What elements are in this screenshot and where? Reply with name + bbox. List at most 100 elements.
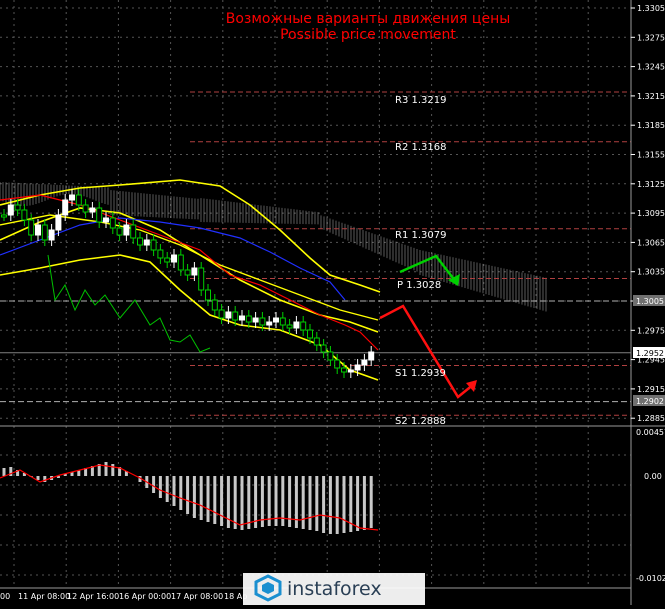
- candle-body: [164, 257, 171, 263]
- bearish-forecast-arrow: [379, 304, 475, 399]
- histogram-bar: [369, 476, 373, 528]
- price-tick-label: 1.3065: [637, 238, 665, 247]
- current-price-tag-text: 1.2952: [636, 349, 664, 358]
- candle-body: [191, 267, 198, 276]
- candle-body: [245, 315, 252, 323]
- price-tick-label: 1.3245: [637, 63, 665, 72]
- osc-tick-top: 0.00457: [636, 428, 665, 437]
- histogram-bar: [206, 476, 210, 522]
- candle-body: [41, 224, 48, 241]
- candle-body: [320, 344, 327, 353]
- candle-body: [368, 351, 375, 361]
- price-tick-label: 1.3155: [637, 151, 665, 160]
- candle-body: [313, 337, 320, 346]
- candle-body: [273, 317, 279, 323]
- chart-window[interactable]: Возможные варианты движения цены Possibl…: [0, 0, 665, 605]
- histogram-bar: [308, 476, 312, 530]
- candle-body: [143, 239, 150, 246]
- oscillator-pane: [0, 462, 379, 534]
- watermark-brand-text: instaforex: [287, 578, 382, 600]
- candle-body: [279, 317, 286, 326]
- price-tick-label: 1.2975: [637, 326, 665, 335]
- candle-body: [82, 204, 89, 213]
- candle-body: [218, 309, 225, 319]
- candle-body: [334, 359, 341, 369]
- candle-body: [28, 219, 35, 236]
- chart-title-en: Possible price movement: [280, 27, 456, 43]
- candle-body: [69, 194, 75, 201]
- osc-tick-bottom: -0.01027: [636, 574, 665, 583]
- histogram-bar: [179, 476, 183, 510]
- histogram-bar: [356, 476, 360, 531]
- histogram-bar: [192, 476, 196, 518]
- histogram-bar: [233, 476, 237, 529]
- candle-body: [35, 224, 41, 236]
- candle-body: [103, 217, 109, 223]
- histogram-bar: [328, 476, 332, 534]
- histogram-bar: [247, 476, 251, 529]
- price-axis[interactable]: 1.3305 1.3275 1.3245 1.3215 1.3185 1.3155 1.31…: [631, 4, 665, 423]
- histogram-bar: [199, 476, 203, 520]
- candle-body: [307, 329, 313, 339]
- candle-body: [89, 207, 96, 213]
- candle-body: [14, 204, 21, 211]
- candle-body: [225, 311, 232, 319]
- histogram-bar: [152, 476, 156, 493]
- candle-body: [341, 367, 347, 373]
- price-tick-label: 1.3125: [637, 180, 665, 189]
- candle-body: [21, 209, 28, 221]
- candle-body: [55, 214, 62, 231]
- level-label-p: P 1.3028: [397, 280, 441, 291]
- candle-body: [327, 351, 334, 361]
- level-label-r3: R3 1.3219: [395, 95, 447, 106]
- histogram-bar: [165, 476, 169, 502]
- candle-body: [75, 194, 82, 206]
- histogram-bar: [2, 468, 6, 476]
- candle-body: [109, 217, 116, 229]
- price-tick-label: 1.3305: [637, 4, 665, 13]
- price-tick-label: 1.3215: [637, 92, 665, 101]
- price-tick-label: 1.3035: [637, 268, 665, 277]
- time-label-4: 17 Apr 08:00: [171, 592, 223, 601]
- level-label-r1: R1 1.3079: [395, 230, 447, 241]
- candle-body: [232, 311, 239, 321]
- candle-body: [7, 204, 14, 216]
- candle-body: [252, 317, 259, 323]
- candle-body: [177, 254, 184, 271]
- histogram-bar: [342, 476, 346, 533]
- candle-body: [259, 317, 266, 326]
- price-tick-label: 1.3275: [637, 33, 665, 42]
- price-tick-label: 1.3095: [637, 209, 665, 218]
- candle-body: [211, 299, 218, 311]
- candle-body: [300, 321, 307, 331]
- candle-body: [184, 269, 191, 276]
- time-axis[interactable]: 00 11 Apr 08:00 12 Apr 16:00 16 Apr 00:0…: [0, 592, 247, 601]
- histogram-bar: [220, 476, 224, 526]
- candle-body: [239, 315, 245, 321]
- price-chart-canvas[interactable]: Возможные варианты движения цены Possibl…: [0, 0, 665, 605]
- histogram-bar: [213, 476, 217, 524]
- candle-body: [354, 364, 361, 371]
- osc-tick-zero: 0.00: [644, 472, 662, 481]
- histogram-bar: [335, 476, 339, 534]
- candle-body: [286, 324, 293, 329]
- level-label-s1: S1 1.2939: [395, 368, 446, 379]
- candle-body: [347, 369, 354, 373]
- price-tag-1005-text: 1.3005: [636, 297, 664, 306]
- chart-title-ru: Возможные варианты движения цены: [226, 11, 511, 27]
- candle-body: [293, 321, 300, 329]
- price-tick-label: 1.2915: [637, 385, 665, 394]
- level-label-s2: S2 1.2888: [395, 416, 446, 427]
- candle-body: [62, 199, 69, 216]
- histogram-bar: [158, 476, 162, 498]
- histogram-bar: [186, 476, 190, 514]
- histogram-bar: [322, 476, 326, 533]
- candle-body: [150, 239, 157, 251]
- candle-body: [157, 249, 164, 259]
- histogram-bar: [362, 476, 366, 530]
- instaforex-watermark: instaforex: [243, 573, 425, 605]
- candle-body: [361, 359, 368, 366]
- time-label-3: 16 Apr 00:00: [119, 592, 171, 601]
- candle-body: [123, 224, 130, 236]
- histogram-bar: [315, 476, 319, 531]
